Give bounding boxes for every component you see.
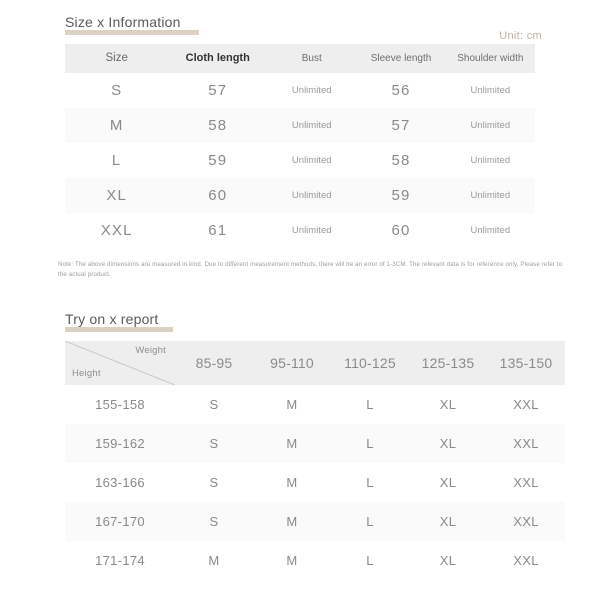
try-on-header-row: Weight Height 85-95 95-110 110-125 125-1…	[65, 340, 565, 385]
cell-shoulder-width: Unlimited	[470, 85, 511, 97]
cell-height-range: 163-166	[95, 474, 145, 490]
cell-shoulder-width: Unlimited	[470, 155, 511, 167]
try-on-report-title: Try on x report	[65, 310, 159, 327]
cell-recommended-size: L	[366, 552, 374, 568]
cell-size: M	[65, 108, 169, 144]
cell-sleeve-length: 58	[391, 152, 411, 170]
cell-shoulder-width: Unlimited	[445, 178, 535, 214]
cell-recommended-size: S	[175, 423, 253, 463]
size-table-wrapper: Size Cloth length Bust Sleeve length Sho…	[65, 44, 600, 248]
cell-recommended-size: L	[366, 396, 374, 412]
cell-sleeve-length: 57	[356, 108, 446, 144]
cell-height-range: 171-174	[95, 552, 145, 568]
table-row: XL 60 Unlimited 59 Unlimited	[65, 178, 535, 214]
cell-sleeve-length: 59	[356, 178, 446, 214]
table-row: 159-162 S M L XL XXL	[65, 423, 565, 463]
cell-recommended-size: M	[286, 552, 298, 568]
table-row: M 58 Unlimited 57 Unlimited	[65, 108, 535, 144]
cell-shoulder-width: Unlimited	[445, 108, 535, 144]
table-row: 171-174 M M L XL XXL	[65, 541, 565, 580]
cell-size: L	[111, 152, 122, 170]
cell-recommended-size: XL	[439, 396, 457, 412]
col-header-shoulder-width: Shoulder width	[445, 44, 535, 74]
cell-size: S	[111, 82, 123, 100]
try-on-table-wrapper: Weight Height 85-95 95-110 110-125 125-1…	[65, 340, 600, 580]
try-on-table-head: Weight Height 85-95 95-110 110-125 125-1…	[65, 340, 565, 385]
heading-underline-bar	[65, 30, 200, 35]
try-on-table-body: 155-158 S M L XL XXL 159-162 S M L XL XX…	[65, 385, 565, 580]
cell-recommended-size: M	[208, 552, 220, 568]
cell-recommended-size: XXL	[513, 552, 539, 568]
cell-cloth-length: 57	[208, 82, 228, 100]
table-row: L 59 Unlimited 58 Unlimited	[65, 143, 535, 178]
size-table-body: S 57 Unlimited 56 Unlimited M 58 Unlimit…	[65, 73, 535, 248]
cell-bust: Unlimited	[291, 155, 332, 167]
cell-recommended-size: XL	[409, 501, 487, 541]
col-header-bust: Bust	[267, 44, 357, 74]
cell-recommended-size: M	[253, 423, 331, 463]
col-header-sleeve-length: Sleeve length	[356, 44, 446, 74]
weight-col-header-3: 125-135	[409, 340, 487, 385]
table-row: 167-170 S M L XL XXL	[65, 501, 565, 541]
cell-recommended-size: L	[331, 423, 409, 463]
cell-bust: Unlimited	[267, 108, 357, 144]
table-row: 155-158 S M L XL XXL	[65, 385, 565, 424]
cell-recommended-size: M	[286, 396, 298, 412]
weight-col-header-2: 110-125	[331, 340, 409, 385]
cell-sleeve-length: 56	[391, 82, 411, 100]
size-information-table: Size Cloth length Bust Sleeve length Sho…	[65, 44, 535, 248]
cell-height-range: 155-158	[95, 396, 145, 412]
col-header-cloth-length: Cloth length	[168, 44, 268, 74]
height-weight-corner-cell: Weight Height	[65, 340, 175, 385]
weight-axis-label: Weight	[135, 344, 166, 356]
size-table-header-row: Size Cloth length Bust Sleeve length Sho…	[65, 44, 535, 74]
cell-recommended-size: M	[253, 501, 331, 541]
cell-sleeve-length: 60	[391, 222, 411, 240]
heading-underline-bar	[65, 326, 174, 332]
unit-label: Unit: cm	[499, 30, 542, 42]
table-row: XXL 61 Unlimited 60 Unlimited	[65, 213, 535, 248]
cell-size: XXL	[100, 222, 133, 240]
table-row: S 57 Unlimited 56 Unlimited	[65, 73, 535, 108]
cell-cloth-length: 58	[168, 108, 268, 144]
cell-recommended-size: M	[286, 474, 298, 490]
cell-cloth-length: 60	[168, 178, 268, 214]
cell-bust: Unlimited	[291, 85, 332, 97]
measurement-note: Note: The above dimensions are measured …	[58, 261, 563, 279]
weight-col-header-4: 135-150	[487, 340, 565, 385]
cell-size: XL	[65, 178, 169, 214]
cell-bust: Unlimited	[291, 225, 332, 237]
cell-height-range: 159-162	[65, 423, 175, 463]
table-row: 163-166 S M L XL XXL	[65, 463, 565, 502]
cell-recommended-size: XXL	[487, 501, 565, 541]
cell-recommended-size: S	[209, 396, 219, 412]
cell-recommended-size: L	[331, 501, 409, 541]
cell-shoulder-width: Unlimited	[470, 225, 511, 237]
cell-cloth-length: 61	[208, 222, 228, 240]
cell-height-range: 167-170	[65, 501, 175, 541]
cell-recommended-size: XXL	[513, 474, 539, 490]
size-info-heading: Size x Information	[65, 14, 200, 35]
cell-cloth-length: 59	[208, 152, 228, 170]
size-info-title: Size x Information	[65, 14, 181, 30]
cell-recommended-size: XXL	[487, 423, 565, 463]
cell-recommended-size: XXL	[513, 396, 539, 412]
try-on-report-table: Weight Height 85-95 95-110 110-125 125-1…	[65, 340, 565, 580]
weight-col-header-1: 95-110	[253, 340, 331, 385]
weight-col-header-0: 85-95	[175, 340, 253, 385]
cell-recommended-size: XL	[439, 474, 457, 490]
size-table-head: Size Cloth length Bust Sleeve length Sho…	[65, 44, 535, 74]
cell-recommended-size: S	[175, 501, 253, 541]
cell-recommended-size: XL	[409, 423, 487, 463]
cell-recommended-size: S	[209, 474, 219, 490]
cell-recommended-size: L	[366, 474, 374, 490]
try-on-report-heading: Try on x report	[65, 310, 174, 332]
cell-bust: Unlimited	[267, 178, 357, 214]
size-chart-page: Size x Information Unit: cm Size Cloth l…	[0, 0, 600, 600]
col-header-size: Size	[65, 44, 169, 74]
height-axis-label: Height	[72, 367, 101, 379]
cell-recommended-size: XL	[439, 552, 457, 568]
